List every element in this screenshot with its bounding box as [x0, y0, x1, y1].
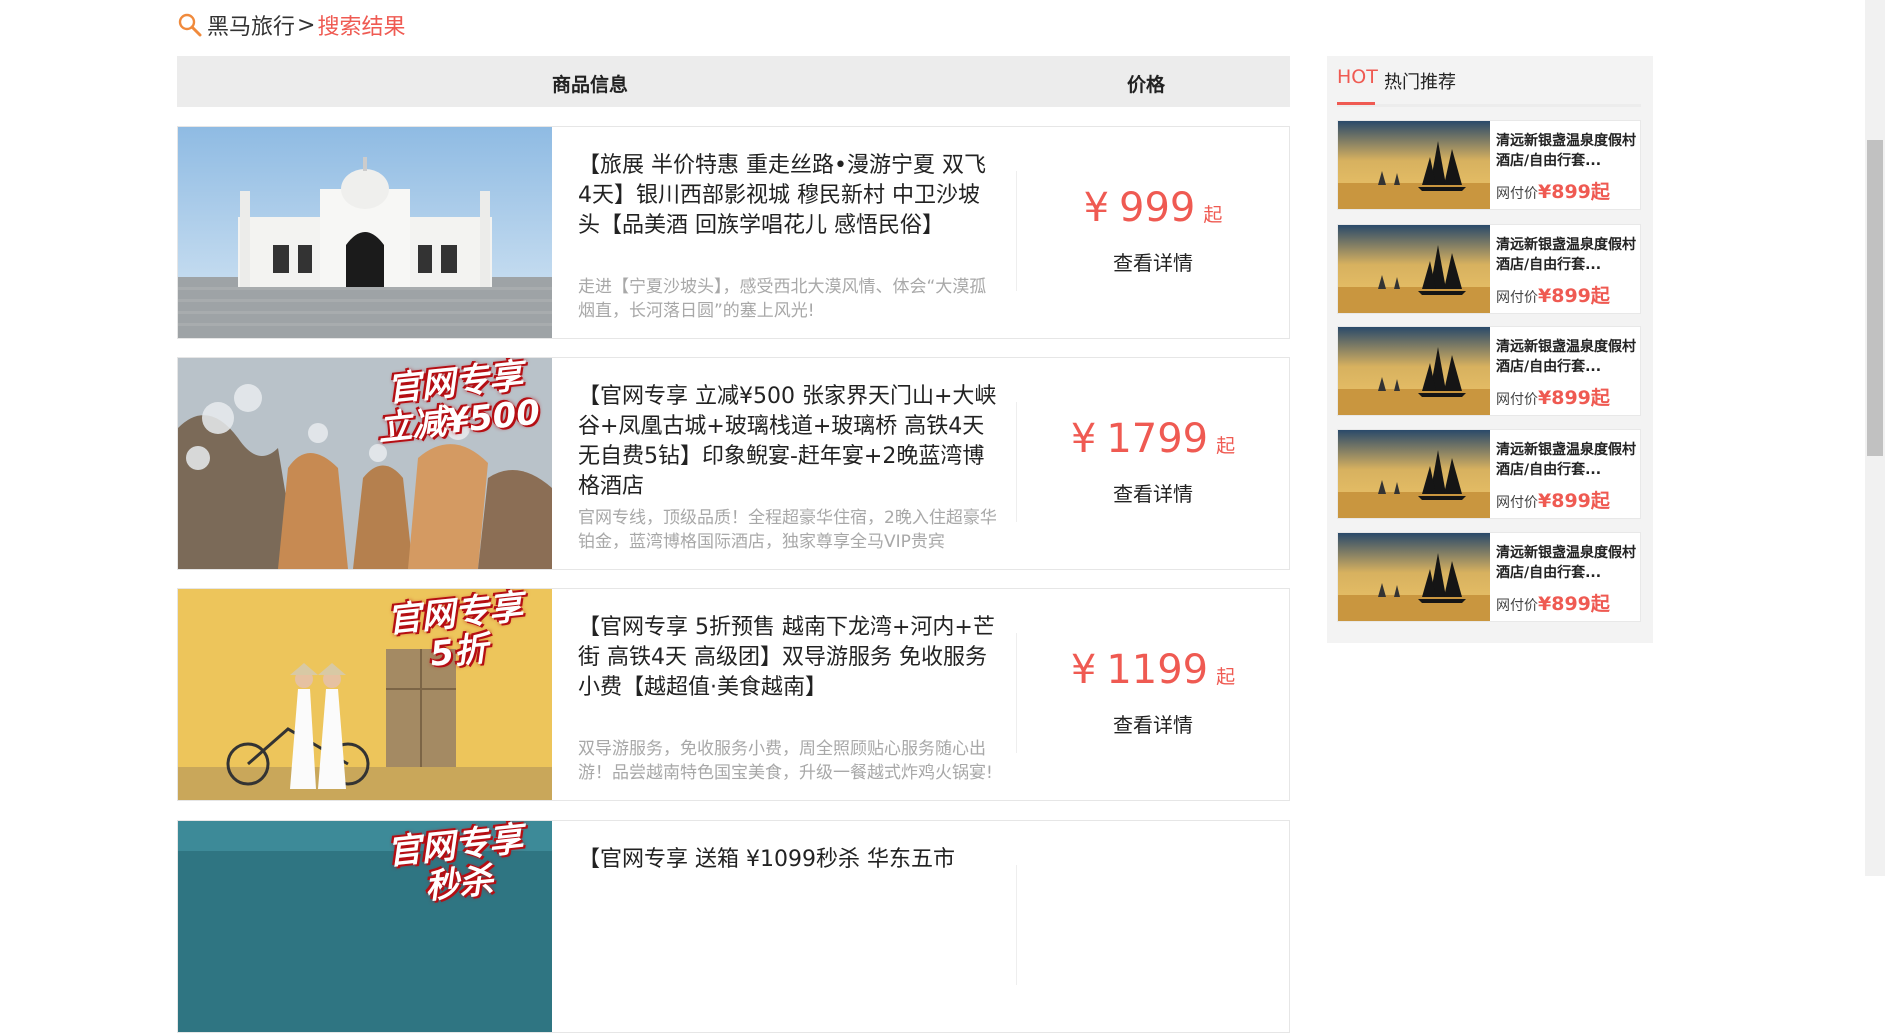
- product-title[interactable]: 【官网专享 5折预售 越南下龙湾+河内+芒街 高铁4天 高级团】双导游服务 免收…: [578, 613, 998, 703]
- product-image[interactable]: 官网专享 5折: [178, 589, 552, 800]
- product-title[interactable]: 【旅展 半价特惠 重走丝路•漫游宁夏 双飞4天】银川西部影视城 穆民新村 中卫沙…: [578, 151, 998, 241]
- recommendation-title[interactable]: 清远新银盏温泉度假村酒店/自由行套...: [1496, 440, 1636, 480]
- recommendation-card[interactable]: 清远新银盏温泉度假村酒店/自由行套... 网付价¥899起: [1337, 532, 1641, 622]
- product-description: 官网专线，顶级品质！全程超豪华住宿，2晚入住超豪华铂金，蓝湾博格国际酒店，独家尊…: [578, 508, 997, 552]
- product-description: 走进【宁夏沙坡头】，感受西北大漠风情、体会“大漠孤烟直，长河落日圆”的塞上风光!: [578, 277, 987, 321]
- breadcrumb-current: 搜索结果: [317, 15, 406, 40]
- product-image[interactable]: 官网专享 立减¥500: [178, 358, 552, 569]
- sidebar-tabs: HOT 热门推荐: [1337, 66, 1641, 107]
- recommendation-title[interactable]: 清远新银盏温泉度假村酒店/自由行套...: [1496, 131, 1636, 171]
- recommendation-price: 网付价¥899起: [1496, 181, 1610, 203]
- recommendation-price: 网付价¥899起: [1496, 593, 1610, 615]
- recommendation-title[interactable]: 清远新银盏温泉度假村酒店/自由行套...: [1496, 235, 1636, 275]
- sailboat-image: [1338, 327, 1490, 415]
- view-details-link[interactable]: 查看详情: [1018, 709, 1288, 738]
- recommendation-price: 网付价¥899起: [1496, 387, 1610, 409]
- sailboat-image: [1338, 225, 1490, 313]
- scrollbar-thumb[interactable]: [1867, 140, 1883, 456]
- breadcrumb: 黑马旅行 > 搜索结果: [177, 8, 405, 42]
- product-row[interactable]: 官网专享 秒杀 【官网专享 送箱 ¥1099秒杀 华东五市: [177, 820, 1290, 1033]
- search-icon: [178, 13, 202, 37]
- product-row[interactable]: 官网专享 5折 【官网专享 5折预售 越南下龙湾+河内+芒街 高铁4天 高级团】…: [177, 588, 1290, 801]
- recommendation-card[interactable]: 清远新银盏温泉度假村酒店/自由行套... 网付价¥899起: [1337, 224, 1641, 314]
- product-description: 双导游服务，免收服务小费，周全照顾贴心服务随心出游！品尝越南特色国宝美食，升级一…: [578, 739, 993, 783]
- hot-recommendations-panel: HOT 热门推荐 清远新银盏温泉度假村酒店/自由行套... 网付价¥899起 清…: [1327, 56, 1653, 643]
- results-table-header: 商品信息 价格: [177, 56, 1290, 107]
- product-price: ¥1199 起: [1070, 647, 1236, 693]
- header-product-info: 商品信息: [552, 74, 629, 96]
- header-price: 价格: [1127, 74, 1166, 96]
- product-title[interactable]: 【官网专享 送箱 ¥1099秒杀 华东五市: [578, 845, 998, 875]
- product-price: ¥999 起: [1083, 185, 1223, 231]
- tab-hot[interactable]: HOT: [1337, 66, 1378, 105]
- view-details-link[interactable]: 查看详情: [1018, 478, 1288, 507]
- divider: [1016, 633, 1017, 753]
- recommendation-card[interactable]: 清远新银盏温泉度假村酒店/自由行套... 网付价¥899起: [1337, 429, 1641, 519]
- sailboat-image: [1338, 121, 1490, 209]
- breadcrumb-home[interactable]: 黑马旅行: [207, 9, 295, 41]
- product-image[interactable]: 官网专享 秒杀: [178, 821, 552, 1032]
- breadcrumb-separator: >: [297, 12, 316, 38]
- product-price: ¥1799 起: [1070, 416, 1236, 462]
- divider: [1016, 171, 1017, 291]
- sailboat-image: [1338, 533, 1490, 621]
- divider: [1016, 865, 1017, 985]
- recommendation-card[interactable]: 清远新银盏温泉度假村酒店/自由行套... 网付价¥899起: [1337, 326, 1641, 416]
- recommendation-price: 网付价¥899起: [1496, 285, 1610, 307]
- view-details-link[interactable]: 查看详情: [1018, 247, 1288, 276]
- recommendation-title[interactable]: 清远新银盏温泉度假村酒店/自由行套...: [1496, 543, 1636, 583]
- sailboat-image: [1338, 430, 1490, 518]
- recommendation-price: 网付价¥899起: [1496, 490, 1610, 512]
- divider: [1016, 402, 1017, 522]
- product-row[interactable]: 【旅展 半价特惠 重走丝路•漫游宁夏 双飞4天】银川西部影视城 穆民新村 中卫沙…: [177, 126, 1290, 339]
- tab-hot-recommendations[interactable]: 热门推荐: [1384, 68, 1456, 94]
- product-title[interactable]: 【官网专享 立减¥500 张家界天门山+大峡谷+凤凰古城+玻璃栈道+玻璃桥 高铁…: [578, 382, 998, 502]
- product-image[interactable]: [178, 127, 552, 338]
- product-row[interactable]: 官网专享 立减¥500 【官网专享 立减¥500 张家界天门山+大峡谷+凤凰古城…: [177, 357, 1290, 570]
- recommendation-title[interactable]: 清远新银盏温泉度假村酒店/自由行套...: [1496, 337, 1636, 377]
- recommendation-card[interactable]: 清远新银盏温泉度假村酒店/自由行套... 网付价¥899起: [1337, 120, 1641, 210]
